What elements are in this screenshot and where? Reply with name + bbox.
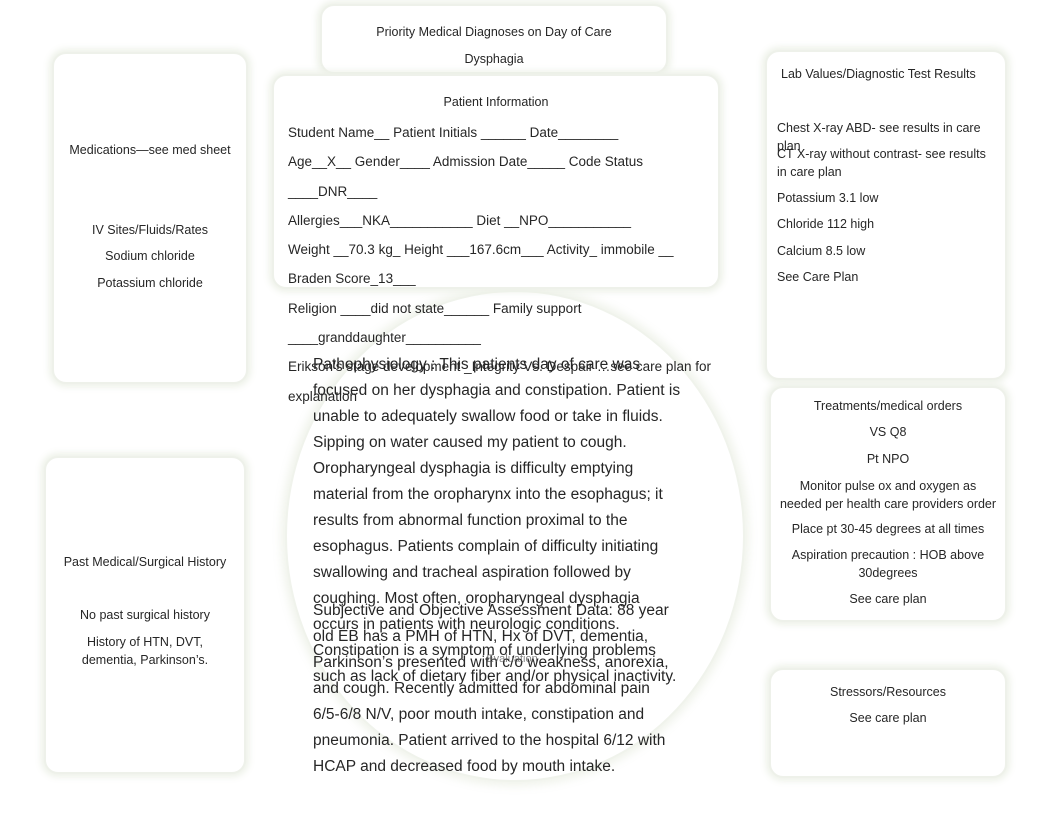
medications-box [52, 52, 248, 384]
lab-value-item: CT X-ray without contrast- see results i… [777, 147, 986, 180]
stressors-item: See care plan [849, 711, 927, 725]
treatment-item: See care plan [849, 592, 927, 606]
treatment-item: Aspiration precaution : HOB above 30degr… [791, 548, 985, 580]
lab-value-item: Potassium 3.1 low [777, 191, 879, 205]
medications-title: Medications—see med sheet [69, 143, 231, 157]
priority-diagnoses-value: Dysphagia [464, 52, 524, 66]
patient-info-line: Religion ____did not state______ Family … [288, 300, 582, 345]
treatment-item: Pt NPO [866, 452, 910, 466]
past-history-item: No past surgical history [80, 608, 210, 622]
iv-sites-title: IV Sites/Fluids/Rates [91, 223, 208, 237]
iv-item: Potassium chloride [97, 276, 203, 290]
lab-value-item: See Care Plan [777, 270, 859, 284]
treatment-item: VS Q8 [869, 425, 907, 439]
patient-information-title: Patient Information [443, 95, 549, 109]
evaluation-overlay-label: Evaluation [486, 653, 538, 665]
treatments-title: Treatments/medical orders [813, 399, 963, 413]
priority-diagnoses-title: Priority Medical Diagnoses on Day of Car… [376, 25, 612, 39]
assessment-data-text: Subjective and Objective Assessment Data… [313, 602, 669, 776]
lab-value-item: Chloride 112 high [777, 217, 875, 231]
patient-info-line: Student Name__ Patient Initials ______ D… [288, 125, 619, 140]
concept-map-canvas: Priority Medical Diagnoses on Day of Car… [0, 0, 1062, 822]
stressors-title: Stressors/Resources [829, 685, 946, 699]
lab-value-item: Calcium 8.5 low [777, 244, 866, 258]
patient-info-line: Age__X__ Gender____ Admission Date_____ … [288, 154, 644, 199]
lab-values-title: Lab Values/Diagnostic Test Results [781, 67, 976, 81]
treatment-item: Place pt 30-45 degrees at all times [791, 522, 985, 536]
past-history-title: Past Medical/Surgical History [63, 555, 227, 569]
patient-info-line: Allergies___NKA___________ Diet __NPO___… [288, 212, 632, 228]
iv-item: Sodium chloride [105, 249, 195, 263]
treatment-item: Monitor pulse ox and oxygen as needed pe… [779, 479, 997, 511]
past-history-item: History of HTN, DVT, dementia, Parkinson… [81, 635, 209, 667]
patient-info-line: Weight __70.3 kg_ Height ___167.6cm___ A… [288, 242, 674, 287]
